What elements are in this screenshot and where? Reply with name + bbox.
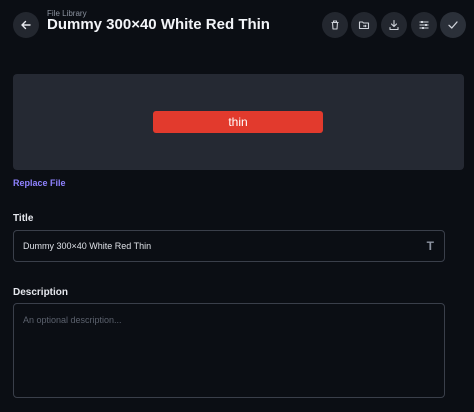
- trash-icon: [329, 19, 341, 31]
- page-title: Dummy 300×40 White Red Thin: [47, 16, 270, 33]
- replace-file-link[interactable]: Replace File: [13, 178, 66, 188]
- sliders-icon: [418, 19, 430, 31]
- back-arrow-icon: [20, 19, 32, 31]
- folder-move-icon: [358, 19, 370, 31]
- text-type-icon: T: [426, 239, 434, 253]
- title-input[interactable]: Dummy 300×40 White Red Thin T: [13, 230, 445, 262]
- title-label: Title: [13, 213, 34, 224]
- description-placeholder: An optional description...: [23, 315, 122, 325]
- preview-image-text: thin: [228, 115, 248, 129]
- delete-button[interactable]: [322, 12, 348, 38]
- preview-image: thin: [153, 111, 323, 133]
- description-label: Description: [13, 287, 69, 298]
- move-folder-button[interactable]: [351, 12, 377, 38]
- back-button[interactable]: [13, 12, 39, 38]
- settings-button[interactable]: [411, 12, 437, 38]
- check-icon: [447, 19, 459, 31]
- title-input-value[interactable]: Dummy 300×40 White Red Thin: [23, 241, 151, 251]
- save-button[interactable]: [440, 12, 466, 38]
- header-bar: File Library Dummy 300×40 White Red Thin: [0, 0, 474, 50]
- file-preview: thin: [13, 74, 464, 170]
- description-textarea[interactable]: An optional description...: [13, 303, 445, 398]
- download-button[interactable]: [381, 12, 407, 38]
- download-icon: [388, 19, 400, 31]
